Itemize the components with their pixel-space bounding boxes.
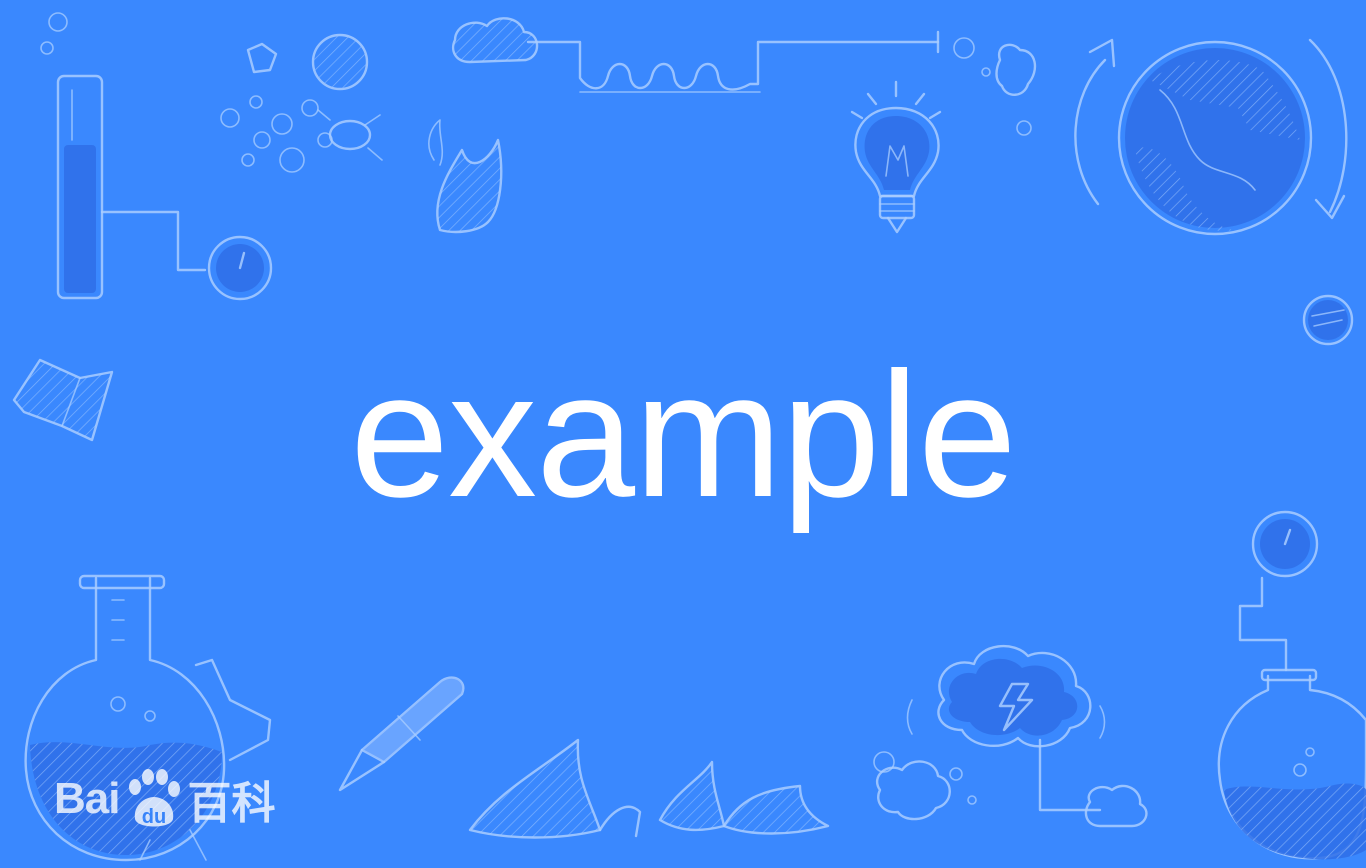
round-flask-icon bbox=[1217, 510, 1366, 860]
thought-cloud-icon bbox=[873, 644, 1148, 828]
leaf-icon bbox=[468, 738, 830, 839]
coil-tube-icon bbox=[526, 30, 940, 93]
bubbles-icon bbox=[953, 37, 1037, 136]
cloud-icon bbox=[451, 17, 539, 64]
paw-du-text: du bbox=[142, 806, 166, 828]
baike-watermark-logo: Bai du 百科 bbox=[54, 764, 275, 834]
lightbulb-icon bbox=[850, 80, 942, 234]
test-tube-icon bbox=[56, 74, 207, 300]
bubbles-icon bbox=[40, 12, 68, 55]
banner-canvas: example Bai du 百科 bbox=[0, 0, 1366, 868]
globe-icon bbox=[1074, 38, 1348, 236]
page-title: example bbox=[350, 335, 1017, 534]
brand-cn: 百科 bbox=[187, 778, 276, 829]
gauge-icon bbox=[207, 235, 273, 301]
cells-icon bbox=[220, 33, 383, 173]
paw-icon: du bbox=[121, 767, 185, 831]
brand-latin: Bai bbox=[54, 774, 120, 823]
flame-icon bbox=[428, 119, 503, 234]
pen-icon bbox=[338, 676, 465, 792]
